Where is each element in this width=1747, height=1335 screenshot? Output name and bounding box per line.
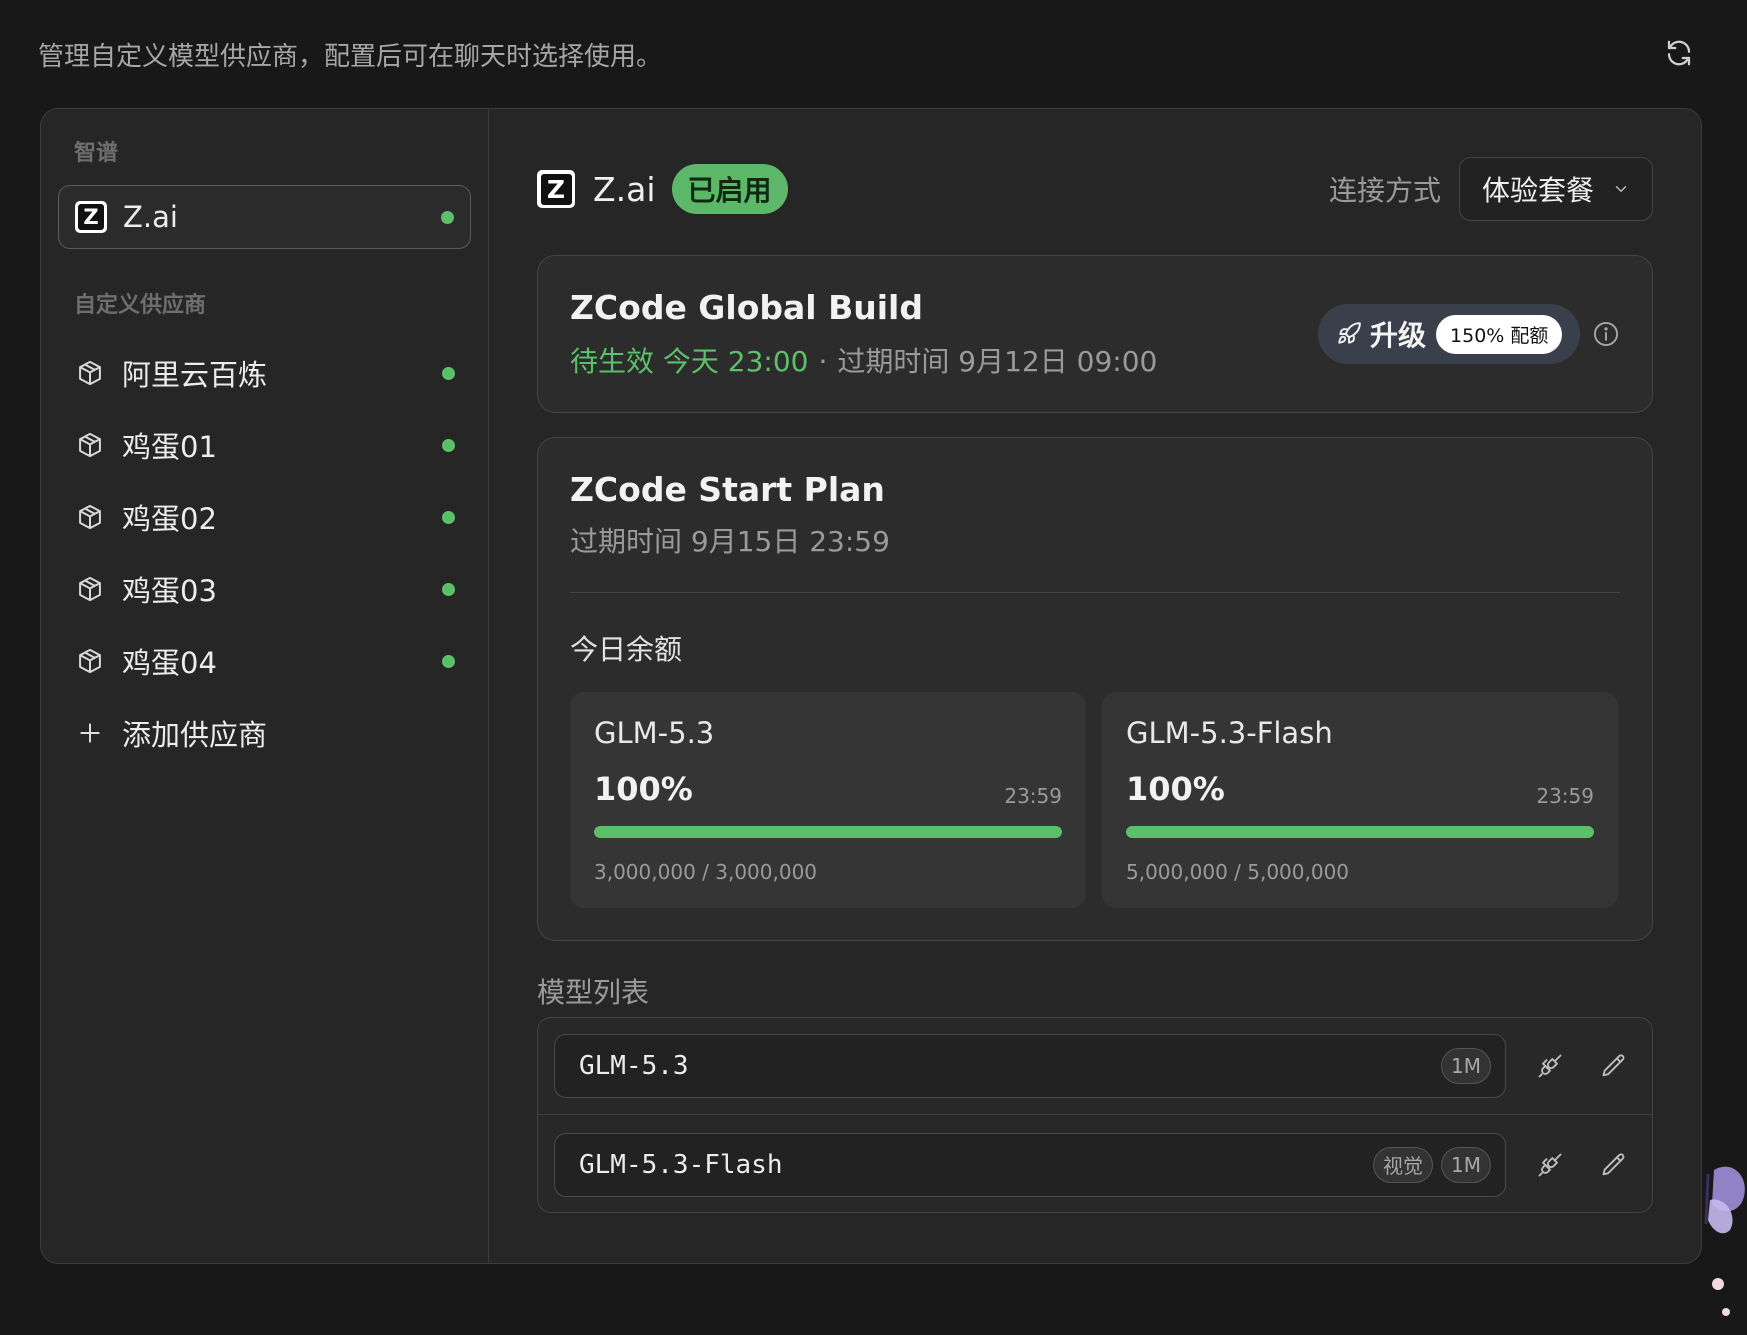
status-badge: 已启用	[671, 164, 788, 214]
refresh-icon	[1667, 40, 1691, 66]
model-row: GLM-5.3 1M	[538, 1018, 1652, 1115]
status-dot	[442, 510, 455, 524]
plug-icon	[1538, 1054, 1562, 1078]
box-icon	[74, 645, 106, 677]
quota-percent: 100%	[594, 770, 693, 808]
provider-sidebar: 智谱 Z Z.ai 自定义供应商 阿里云百炼 鸡蛋01 鸡蛋02 鸡蛋03 鸡蛋…	[41, 109, 489, 1263]
today-balance-label: 今日余额	[570, 633, 683, 666]
vision-tag: 视觉	[1373, 1146, 1434, 1183]
edit-model-button[interactable]	[1596, 1147, 1632, 1183]
section-label-zhipu: 智谱	[74, 141, 119, 166]
status-dot	[442, 366, 455, 380]
sidebar-item-egg02[interactable]: 鸡蛋02	[58, 481, 471, 553]
rocket-icon	[1338, 322, 1361, 344]
sidebar-item-zai[interactable]: Z Z.ai	[58, 185, 471, 249]
pending-status: 待生效 今天 23:00	[570, 345, 809, 378]
status-dot	[442, 654, 455, 668]
upgrade-label: 升级	[1370, 319, 1427, 352]
sidebar-item-label: 鸡蛋04	[122, 646, 217, 680]
upgrade-button[interactable]: 升级 150% 配额	[1318, 304, 1580, 364]
info-icon[interactable]	[1592, 320, 1620, 348]
plug-icon	[1538, 1153, 1562, 1176]
add-provider-label: 添加供应商	[122, 718, 268, 752]
quota-card-glm-5-3: GLM-5.3 100% 23:59 3,000,000 / 3,000,000	[570, 692, 1086, 908]
quota-reset-time: 23:59	[1536, 784, 1594, 808]
sidebar-item-egg03[interactable]: 鸡蛋03	[58, 553, 471, 625]
sidebar-item-aliyun[interactable]: 阿里云百炼	[58, 337, 471, 409]
chevron-down-icon	[1615, 186, 1627, 193]
test-connection-button[interactable]	[1532, 1147, 1568, 1183]
edit-model-button[interactable]	[1596, 1048, 1632, 1084]
sidebar-item-label: 鸡蛋01	[122, 430, 217, 464]
separator: ·	[818, 345, 828, 378]
sidebar-item-label: 鸡蛋03	[122, 574, 217, 608]
pencil-icon	[1602, 1054, 1625, 1077]
pencil-icon	[1602, 1153, 1625, 1175]
connection-value: 体验套餐	[1482, 174, 1595, 207]
provider-detail: Z Z.ai 已启用 连接方式 体验套餐 ZCode Global Build …	[489, 109, 1701, 1263]
model-name: GLM-5.3	[579, 1051, 689, 1081]
butterfly-decoration	[1704, 1166, 1745, 1316]
status-dot	[442, 438, 455, 452]
sidebar-item-label: 鸡蛋02	[122, 502, 217, 536]
quota-progress-bar	[1126, 826, 1594, 838]
quota-usage: 3,000,000 / 3,000,000	[594, 860, 818, 884]
model-name: GLM-5.3-Flash	[579, 1149, 783, 1180]
status-dot	[441, 210, 454, 224]
provider-header: Z Z.ai 已启用 连接方式 体验套餐	[537, 157, 1653, 221]
start-plan-card: ZCode Start Plan 过期时间 9月15日 23:59 今日余额 G…	[537, 437, 1653, 941]
model-name-field[interactable]: GLM-5.3 1M	[554, 1034, 1506, 1098]
model-name-field[interactable]: GLM-5.3-Flash 视觉 1M	[554, 1132, 1506, 1197]
context-tag: 1M	[1441, 1146, 1491, 1183]
zai-logo-icon: Z	[75, 201, 107, 233]
model-list-label: 模型列表	[537, 976, 650, 1009]
sidebar-item-label: Z.ai	[123, 200, 178, 234]
sidebar-item-egg04[interactable]: 鸡蛋04	[58, 625, 471, 697]
connection-label: 连接方式	[1328, 174, 1441, 207]
plan-title: ZCode Global Build	[570, 288, 923, 327]
provider-title: Z.ai	[593, 169, 656, 209]
zai-logo-icon: Z	[537, 170, 575, 208]
providers-panel: 智谱 Z Z.ai 自定义供应商 阿里云百炼 鸡蛋01 鸡蛋02 鸡蛋03 鸡蛋…	[40, 108, 1702, 1264]
add-provider-button[interactable]: 添加供应商	[58, 697, 471, 769]
quota-usage: 5,000,000 / 5,000,000	[1126, 860, 1350, 884]
quota-reset-time: 23:59	[1004, 784, 1062, 808]
section-label-custom: 自定义供应商	[74, 293, 207, 318]
model-list: GLM-5.3 1M GLM-5.3-Flash 视觉 1M	[537, 1017, 1653, 1213]
connection-select[interactable]: 体验套餐	[1459, 157, 1653, 221]
box-icon	[74, 429, 106, 461]
page-description: 管理自定义模型供应商，配置后可在聊天时选择使用。	[38, 42, 663, 72]
divider	[570, 592, 1620, 593]
plan-title: ZCode Start Plan	[570, 470, 885, 509]
status-dot	[442, 582, 455, 596]
quota-model-name: GLM-5.3-Flash	[1126, 716, 1333, 750]
quota-percent: 100%	[1126, 770, 1225, 808]
quota-pill: 150% 配额	[1436, 314, 1563, 354]
global-build-card: ZCode Global Build 待生效 今天 23:00 · 过期时间 9月1…	[537, 255, 1653, 413]
plan-subtitle: 待生效 今天 23:00 · 过期时间 9月12日 09:00	[570, 340, 1157, 380]
sidebar-item-label: 阿里云百炼	[122, 358, 268, 392]
plus-icon	[74, 717, 106, 749]
box-icon	[74, 357, 106, 389]
quota-model-name: GLM-5.3	[594, 716, 715, 750]
quota-progress-fill	[1126, 826, 1594, 838]
quota-progress-bar	[594, 826, 1062, 838]
quota-progress-fill	[594, 826, 1062, 838]
expire-time: 过期时间 9月12日 09:00	[837, 345, 1158, 378]
box-icon	[74, 573, 106, 605]
quota-card-glm-5-3-flash: GLM-5.3-Flash 100% 23:59 5,000,000 / 5,0…	[1102, 692, 1618, 908]
context-tag: 1M	[1441, 1048, 1491, 1084]
test-connection-button[interactable]	[1532, 1048, 1568, 1084]
expire-time: 过期时间 9月15日 23:59	[570, 525, 890, 558]
box-icon	[74, 501, 106, 533]
model-row: GLM-5.3-Flash 视觉 1M	[538, 1116, 1652, 1213]
sidebar-item-egg01[interactable]: 鸡蛋01	[58, 409, 471, 481]
refresh-button[interactable]	[1662, 36, 1696, 70]
